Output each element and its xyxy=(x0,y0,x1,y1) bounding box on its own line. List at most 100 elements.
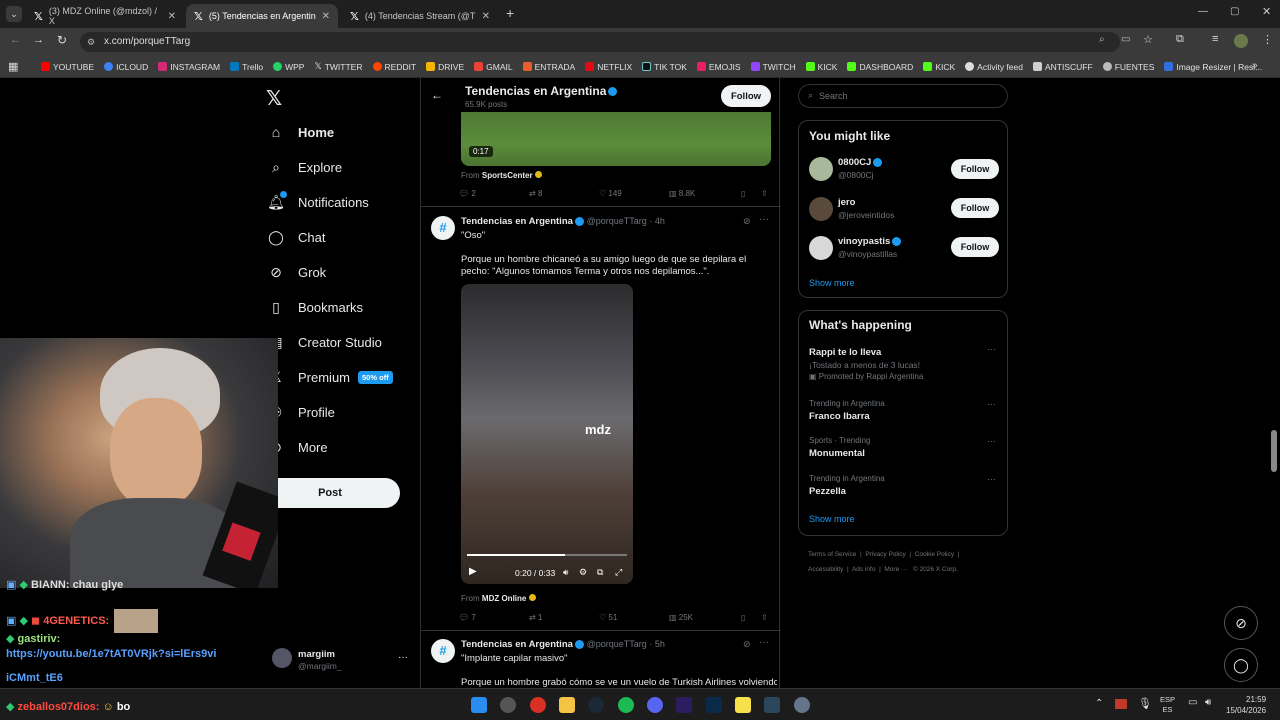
app-icon[interactable] xyxy=(500,697,516,713)
tab-tendencias-stream[interactable]: 𝕏 (4) Tendencias Stream (@Tnder ✕ xyxy=(342,4,498,28)
bookmark-item[interactable]: Activity feed xyxy=(960,62,1028,72)
scrollbar[interactable] xyxy=(1271,80,1277,686)
fullscreen-icon[interactable]: ⤢ xyxy=(615,567,622,578)
more-dots-icon[interactable]: ··· xyxy=(398,652,408,663)
photoshop-icon[interactable] xyxy=(706,697,722,713)
nav-notifications[interactable]: 🔔︎ Notifications xyxy=(267,191,369,210)
views-indicator[interactable]: ▥ 8.8K xyxy=(669,189,695,198)
back-arrow-icon[interactable]: ← xyxy=(431,88,443,102)
bookmark-item[interactable]: 𝕏 TWITTER xyxy=(309,61,367,72)
forward-icon[interactable]: → xyxy=(33,34,44,46)
nav-profile[interactable]: ⚇Profile xyxy=(268,404,335,420)
bookmark-icon[interactable]: ▯ xyxy=(741,189,745,198)
footer-link[interactable]: Terms of Service xyxy=(808,551,856,558)
tray-chevron-icon[interactable]: ⌃ xyxy=(1095,698,1103,709)
folder-icon[interactable] xyxy=(559,697,575,713)
post-button[interactable]: Post xyxy=(260,478,400,508)
footer-link[interactable]: Cookie Policy xyxy=(915,551,954,558)
bookmark-star-icon[interactable]: ☆ xyxy=(1143,33,1153,46)
bookmark-item[interactable]: TIK TOK xyxy=(637,62,692,72)
bookmark-item[interactable]: Trello xyxy=(225,62,268,72)
show-more-link[interactable]: Show more xyxy=(809,278,855,288)
bookmark-item[interactable]: DRIVE xyxy=(421,62,469,72)
show-more-link[interactable]: Show more xyxy=(809,514,855,524)
microphone-icon[interactable]: 🎙︎ xyxy=(1138,697,1152,710)
bookmark-item[interactable]: INSTAGRAM xyxy=(153,62,225,72)
bookmark-item[interactable]: DASHBOARD xyxy=(842,62,918,72)
bookmark-item[interactable]: WPP xyxy=(268,62,309,72)
start-icon[interactable] xyxy=(471,697,487,713)
tab-search-icon[interactable]: ⌄ xyxy=(6,6,22,22)
app-icon[interactable] xyxy=(794,697,810,713)
chat-link[interactable]: https://youtu.be/1e7tAT0VRjk?si=lErs9vi xyxy=(6,648,216,660)
search-box[interactable]: ⌕ Search xyxy=(798,84,1008,108)
tray-app-icon[interactable] xyxy=(1115,699,1127,709)
more-dots-icon[interactable]: ··· xyxy=(987,399,996,409)
trend-item[interactable]: Trending in Argentina Franco Ibarra ··· xyxy=(809,399,999,427)
scrollbar-thumb[interactable] xyxy=(1271,430,1277,472)
tab-tendencias[interactable]: 𝕏 (5) Tendencias en Argentina (@ ✕ xyxy=(186,4,338,28)
clock[interactable]: 21:59 15/04/2026 xyxy=(1226,694,1266,716)
new-tab-button[interactable]: + xyxy=(506,5,514,21)
like-button[interactable]: ♡ 149 xyxy=(599,189,622,198)
chat-link[interactable]: iCMmt_tE6 xyxy=(6,672,63,684)
bookmark-item[interactable]: TWITCH xyxy=(746,62,801,72)
tab-mdz[interactable]: 𝕏 (3) MDZ Online (@mdzol) / X ✕ xyxy=(26,4,184,28)
bookmark-item[interactable]: ICLOUD xyxy=(99,62,153,72)
share-icon[interactable]: ⇪ xyxy=(761,613,768,622)
progress-bar[interactable] xyxy=(467,554,627,556)
more-bookmarks-icon[interactable]: » xyxy=(1252,60,1258,71)
messages-float-button[interactable]: ◯ xyxy=(1224,648,1258,682)
bookmark-item[interactable]: REDDIT xyxy=(368,62,422,72)
more-dots-icon[interactable]: ··· xyxy=(987,436,996,446)
views-indicator[interactable]: ▥ 25K xyxy=(669,613,693,622)
language-indicator[interactable]: ESP ES xyxy=(1160,695,1175,715)
play-icon[interactable]: ▶ xyxy=(469,566,477,577)
steam-client-icon[interactable] xyxy=(764,697,780,713)
x-logo-icon[interactable]: 𝕏 xyxy=(266,86,282,111)
bookmark-item[interactable]: KICK xyxy=(801,62,843,72)
bookmark-item[interactable]: KICK xyxy=(918,62,960,72)
more-dots-icon[interactable]: ··· xyxy=(759,214,769,225)
trend-item[interactable]: Rappi te lo lleva ¡Tostado a menos de 3 … xyxy=(809,344,999,387)
retweet-button[interactable]: ⇄ 8 xyxy=(529,189,542,198)
nav-grok[interactable]: ⊘ Grok xyxy=(268,264,326,280)
nav-bookmarks[interactable]: ▯ Bookmarks xyxy=(268,299,363,315)
pip-icon[interactable]: ⧉ xyxy=(597,567,603,578)
more-dots-icon[interactable]: ··· xyxy=(987,344,996,354)
follow-button[interactable]: Follow xyxy=(951,159,999,179)
grok-float-button[interactable]: ⊘ xyxy=(1224,606,1258,640)
bookmark-item[interactable]: ANTISCUFF xyxy=(1028,62,1098,72)
nav-premium[interactable]: 𝕏Premium50% off xyxy=(268,369,393,385)
close-icon[interactable]: ✕ xyxy=(482,11,490,22)
grok-icon[interactable]: ⊘ xyxy=(743,639,751,650)
menu-icon[interactable]: ⋮ xyxy=(1262,33,1273,46)
footer-link[interactable]: Accessibility xyxy=(808,566,843,573)
video-player[interactable]: mdz ▶ 0:20 / 0:33 🔊︎ ⚙ ⧉ ⤢ xyxy=(461,284,633,584)
bookmark-item[interactable]: ENTRADA xyxy=(518,62,581,72)
cast-icon[interactable]: ▭ xyxy=(1121,34,1130,45)
nav-home[interactable]: ⌂ Home xyxy=(268,124,334,140)
close-icon[interactable]: ✕ xyxy=(322,11,330,22)
back-icon[interactable]: ← xyxy=(10,34,21,46)
bookmark-item[interactable]: EMOJIS xyxy=(692,62,746,72)
tweet-avatar[interactable]: # xyxy=(431,639,455,663)
nav-chat[interactable]: ◯ Chat xyxy=(268,229,325,245)
network-icon[interactable]: ▭ xyxy=(1188,697,1197,708)
follow-button[interactable]: Follow xyxy=(951,237,999,257)
trend-item[interactable]: Trending in Argentina Pezzella ··· xyxy=(809,474,999,502)
media-icon[interactable]: ≡ xyxy=(1212,33,1218,45)
like-button[interactable]: ♡ 51 xyxy=(599,613,617,622)
minimize-button[interactable]: — xyxy=(1198,6,1208,17)
bookmark-icon[interactable]: ▯ xyxy=(741,613,745,622)
retweet-button[interactable]: ⇄ 1 xyxy=(529,613,542,622)
bookmark-item[interactable]: GMAIL xyxy=(469,62,517,72)
steam-icon[interactable] xyxy=(588,697,604,713)
settings-icon[interactable]: ⚙ xyxy=(579,567,587,578)
account-switcher[interactable]: margiim @margiim_ ··· xyxy=(272,648,412,676)
bookmark-item[interactable]: YOUTUBE xyxy=(36,62,99,72)
notes-icon[interactable] xyxy=(735,697,751,713)
footer-link[interactable]: More ··· xyxy=(884,566,907,573)
volume-icon[interactable]: 🔊︎ xyxy=(563,567,568,578)
share-icon[interactable]: ⇪ xyxy=(761,189,768,198)
